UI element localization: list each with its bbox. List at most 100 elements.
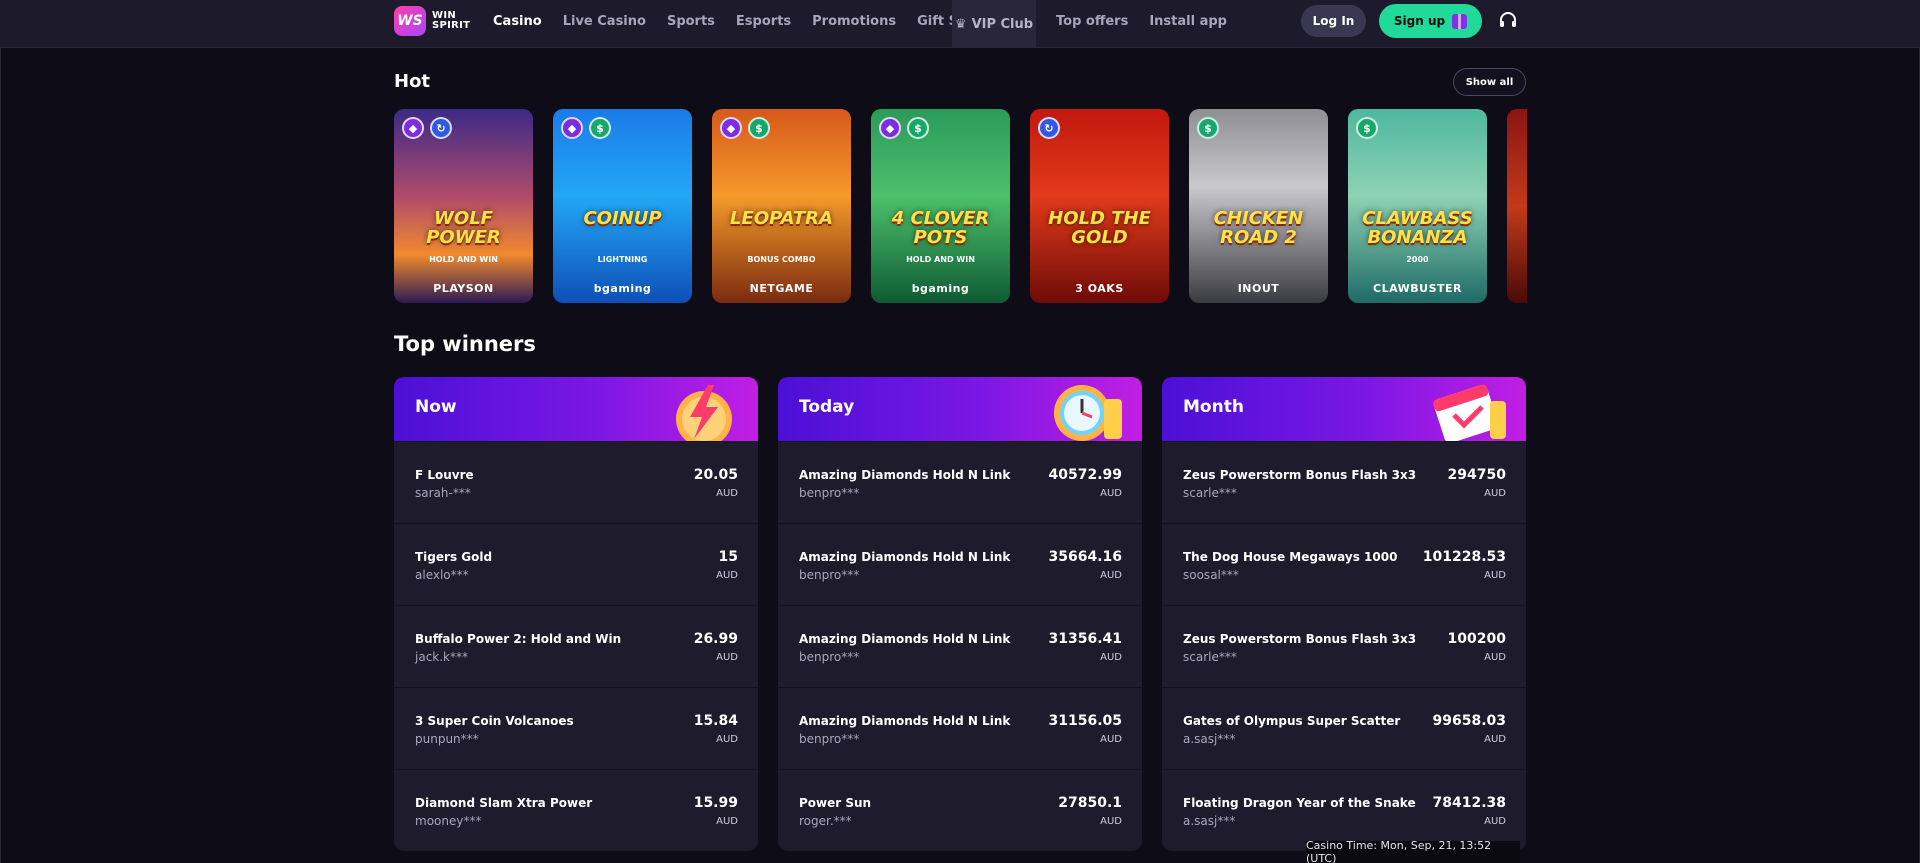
winner-game: Tigers Gold [415,550,493,564]
winners-column-title: Now [415,397,457,417]
winner-amount: 101228.53 [1422,549,1506,565]
signup-button[interactable]: Sign up [1379,4,1482,38]
winner-amount: 15.84 [693,713,738,729]
nav-live-casino[interactable]: Live Casino [563,14,646,29]
game-card[interactable]: ↻ HOLD THE GOLD 3 OAKS [1030,109,1169,303]
game-badges: $ [1197,117,1219,139]
winner-user: roger.*** [799,814,852,828]
calendar-icon [1424,379,1514,441]
nav-esports[interactable]: Esports [736,14,791,29]
game-title: CLAWBASS BONANZA [1362,208,1473,248]
winners-column-month: Month Zeus Powerstorm Bonus Flash 3x3 scar… [1162,377,1526,851]
winners-column-today: Today Amazing Diamonds Hold N Link benpro*… [778,377,1142,851]
winner-currency: AUD [1100,734,1122,745]
game-card[interactable]: ◆ $ LEOPATRA BONUS COMBO NETGAME [712,109,851,303]
top-winners-grid: Now F Louvre sarah-*** 20.05 AUD Tigers Gold a… [394,377,1526,851]
winner-user: benpro*** [799,732,860,746]
winner-user: sarah-*** [415,486,471,500]
lightning-icon [656,379,746,441]
game-subtitle: LIGHTNING [597,255,648,264]
winner-amount: 294750 [1447,467,1506,483]
winner-row[interactable]: Diamond Slam Xtra Power mooney*** 15.99 AUD [394,769,758,851]
game-card[interactable] [1507,109,1527,303]
winner-user: soosal*** [1183,568,1239,582]
winner-row[interactable]: Amazing Diamonds Hold N Link benpro*** 356… [778,523,1142,605]
game-title: COINUP [583,208,662,229]
winner-currency: AUD [1484,652,1506,663]
game-badges: ↻ [1038,117,1060,139]
winner-currency: AUD [716,734,738,745]
winner-amount: 26.99 [693,631,738,647]
game-provider: INOUT [1237,282,1280,295]
winner-currency: AUD [716,488,738,499]
winner-amount: 35664.16 [1048,549,1122,565]
winner-row[interactable]: Power Sun roger.*** 27850.1 AUD [778,769,1142,851]
nav-casino[interactable]: Casino [493,14,542,29]
winner-currency: AUD [716,570,738,581]
winner-currency: AUD [1484,488,1506,499]
winner-game: Zeus Powerstorm Bonus Flash 3x3 [1183,468,1417,482]
winner-amount: 27850.1 [1058,795,1122,811]
winner-amount: 20.05 [693,467,738,483]
main-nav: Casino Live Casino Sports Esports Promot… [493,0,1006,42]
winner-user: benpro*** [799,650,860,664]
winner-row[interactable]: Gates of Olympus Super Scatter a.sasj*** 9… [1162,687,1526,769]
game-card[interactable]: ◆ $4 CLOVER POTS HOLD AND WIN bgaming [871,109,1010,303]
game-badges: $ [1356,117,1378,139]
nav-sports[interactable]: Sports [667,14,715,29]
winner-game: Gates of Olympus Super Scatter [1183,714,1401,728]
nav-promotions[interactable]: Promotions [812,14,896,29]
nav-install-app[interactable]: Install app [1149,14,1227,29]
winner-currency: AUD [716,652,738,663]
logo-line2: SPIRIT [432,20,471,31]
refresh-icon: ↻ [430,117,452,139]
game-card[interactable]: ◆ $ COINUP LIGHTNING bgaming [553,109,692,303]
winner-user: scarle*** [1183,486,1237,500]
game-provider: CLAWBUSTER [1373,282,1462,295]
game-badges: ◆ $ [561,117,611,139]
winner-amount: 31356.41 [1048,631,1122,647]
winner-row[interactable]: Amazing Diamonds Hold N Link benpro*** 313… [778,605,1142,687]
winner-amount: 99658.03 [1432,713,1506,729]
dollar-coin-icon: $ [1356,117,1378,139]
site-logo[interactable]: WS WIN SPIRIT [394,5,470,37]
winner-user: scarle*** [1183,650,1237,664]
game-card[interactable]: $ CHICKEN ROAD 2 INOUT [1189,109,1328,303]
diamond-icon: ◆ [879,117,901,139]
winner-game: Floating Dragon Year of the Snake [1183,796,1416,810]
game-card[interactable]: $ CLAWBASS BONANZA 2000 CLAWBUSTER [1348,109,1487,303]
winner-row[interactable]: The Dog House Megaways 1000 soosal*** 1012… [1162,523,1526,605]
winner-currency: AUD [1484,734,1506,745]
winner-row[interactable]: Amazing Diamonds Hold N Link benpro*** 311… [778,687,1142,769]
winner-amount: 40572.99 [1048,467,1122,483]
signup-label: Sign up [1393,14,1446,28]
game-card[interactable]: ◆ ↻ WOLF POWER HOLD AND WIN PLAYSON [394,109,533,303]
winner-row[interactable]: F Louvre sarah-*** 20.05 AUD [394,441,758,523]
login-button[interactable]: Log In [1301,5,1366,37]
winner-user: jack.k*** [415,650,468,664]
winner-currency: AUD [1484,570,1506,581]
winner-row[interactable]: Buffalo Power 2: Hold and Win jack.k*** 26… [394,605,758,687]
winner-game: Buffalo Power 2: Hold and Win [415,632,622,646]
show-all-button[interactable]: Show all [1453,68,1526,96]
winner-row[interactable]: Zeus Powerstorm Bonus Flash 3x3 scarle***… [1162,605,1526,687]
game-provider: NETGAME [749,282,814,295]
winner-row[interactable]: Zeus Powerstorm Bonus Flash 3x3 scarle***… [1162,441,1526,523]
top-header: WS WIN SPIRIT Casino Live Casino Sports … [0,0,1920,48]
winner-user: alexlo*** [415,568,469,582]
winner-row[interactable]: Tigers Gold alexlo*** 15 AUD [394,523,758,605]
headset-icon[interactable] [1498,11,1518,31]
winner-row[interactable]: Amazing Diamonds Hold N Link benpro*** 405… [778,441,1142,523]
nav-top-offers[interactable]: Top offers [1056,14,1128,29]
dollar-coin-icon: $ [907,117,929,139]
hot-section-title: Hot [394,71,431,92]
winner-row[interactable]: 3 Super Coin Volcanoes punpun*** 15.84 AUD [394,687,758,769]
nav-vip-club[interactable]: ♛ VIP Club [952,0,1036,48]
winners-column-header: Month [1162,377,1526,441]
winner-user: mooney*** [415,814,482,828]
winner-game: 3 Super Coin Volcanoes [415,714,574,728]
winner-user: benpro*** [799,486,860,500]
winners-column-title: Today [799,397,855,417]
game-provider: 3 OAKS [1075,282,1124,295]
dollar-coin-icon: $ [1197,117,1219,139]
